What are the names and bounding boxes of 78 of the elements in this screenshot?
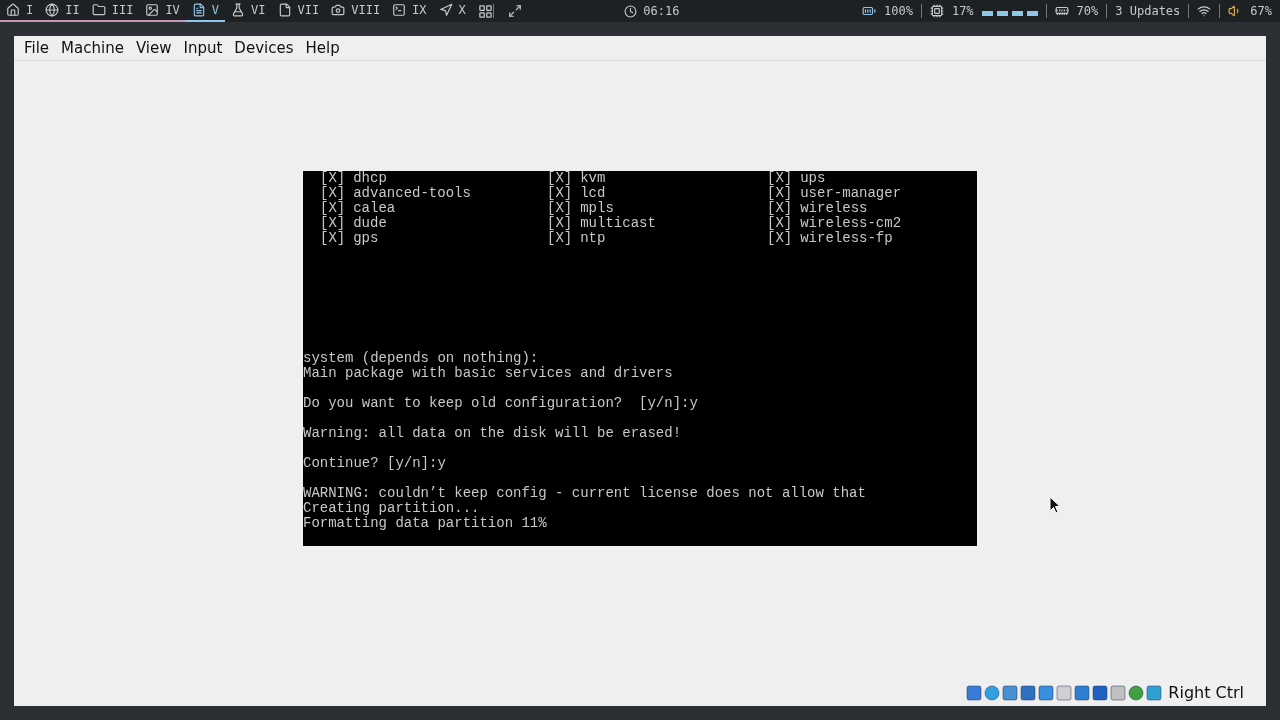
checkbox-mark: [X] — [320, 170, 346, 186]
console-line: Main package with basic services and drivers — [303, 365, 674, 381]
checkbox-mark: [X] — [320, 230, 346, 246]
checkbox-mark: [X] — [547, 185, 573, 201]
clock-text: 06:16 — [643, 4, 680, 18]
checkbox-mark: [X] — [547, 230, 573, 246]
checkbox-mark: [X] — [767, 215, 793, 231]
checkbox-mark: [X] — [547, 200, 573, 216]
menu-item[interactable]: Machine — [55, 39, 130, 57]
package-name: wireless — [800, 200, 868, 216]
file-icon — [277, 3, 292, 17]
mouse-pointer-icon — [1049, 496, 1061, 514]
volume-text: 67% — [1250, 4, 1272, 18]
updates-text[interactable]: 3 Updates — [1115, 4, 1181, 18]
grid-icon[interactable] — [477, 3, 493, 19]
checkbox-mark: [X] — [320, 200, 346, 216]
package-name: ntp — [580, 230, 606, 246]
checkbox-mark: [X] — [767, 200, 793, 216]
workspace-tab[interactable]: I — [0, 0, 40, 22]
battery-text: 100% — [884, 4, 913, 18]
package-name: ups — [800, 170, 826, 186]
flask-icon — [231, 3, 246, 17]
workspace-tab[interactable]: III — [85, 0, 140, 22]
menu-item[interactable]: Input — [177, 39, 229, 57]
package-name: wireless-fp — [800, 230, 893, 246]
console-line: Formatting data partition 11% — [303, 515, 548, 531]
host-key-text: Right Ctrl — [1168, 683, 1244, 702]
package-name: lcd — [580, 185, 606, 201]
arrow-icon — [438, 3, 453, 17]
menu-item[interactable]: View — [129, 39, 178, 57]
home-icon — [6, 3, 20, 17]
menu-item[interactable]: Devices — [228, 39, 300, 57]
package-name: kvm — [580, 170, 606, 186]
checkbox-mark: [X] — [767, 170, 793, 186]
package-name: gps — [353, 230, 379, 246]
package-name: dude — [353, 215, 387, 231]
menu-item[interactable]: Help — [299, 39, 346, 57]
checkbox-mark: [X] — [767, 185, 793, 201]
terminal-icon — [392, 3, 407, 17]
package-name: calea — [353, 200, 396, 216]
menu-item[interactable]: File — [18, 39, 56, 57]
cpu-icon — [929, 4, 944, 18]
workspace-tab[interactable]: VI — [225, 0, 272, 22]
checkbox-mark: [X] — [320, 185, 346, 201]
workspace-tab[interactable]: VII — [271, 0, 326, 22]
package-name: user-manager — [800, 185, 902, 201]
battery-icon — [862, 4, 876, 18]
workspace-tab[interactable]: IX — [386, 0, 433, 22]
globe-icon — [45, 3, 60, 17]
wifi-icon[interactable] — [1197, 4, 1212, 18]
expand-icon[interactable] — [507, 4, 522, 18]
console-line: system (depends on nothing): — [303, 350, 540, 366]
package-name: dhcp — [353, 170, 387, 186]
checkbox-mark: [X] — [547, 215, 573, 231]
console-line: Warning: all data on the disk will be erased! — [303, 425, 683, 441]
checkbox-mark: [X] — [767, 230, 793, 246]
clock-icon — [624, 4, 638, 18]
workspace-tab[interactable]: X — [432, 0, 472, 22]
package-name: mpls — [580, 200, 614, 216]
document-icon — [191, 3, 206, 17]
checkbox-mark: [X] — [320, 215, 346, 231]
console-line: Continue? [y/n]:y — [303, 455, 447, 471]
package-name: wireless-cm2 — [800, 215, 902, 231]
console-line: WARNING: couldn’t keep config - current license does not allow that — [303, 485, 867, 501]
image-icon — [145, 3, 160, 17]
camera-icon — [331, 3, 346, 17]
memory-text: 70% — [1076, 4, 1099, 18]
workspace-tab[interactable]: IV — [139, 0, 186, 22]
memory-icon — [1054, 4, 1069, 18]
console-line: Creating partition... — [303, 500, 480, 516]
package-name: advanced-tools — [353, 185, 471, 201]
workspace-tab[interactable]: II — [39, 0, 86, 22]
checkbox-mark: [X] — [547, 170, 573, 186]
workspace-tab[interactable]: V — [185, 0, 226, 22]
workspace-tab[interactable]: VIII — [325, 0, 387, 22]
cpu-text: 17% — [951, 4, 974, 18]
console-line: Do you want to keep old configuration? [y/n]:y — [303, 395, 699, 411]
package-name: multicast — [580, 215, 656, 231]
